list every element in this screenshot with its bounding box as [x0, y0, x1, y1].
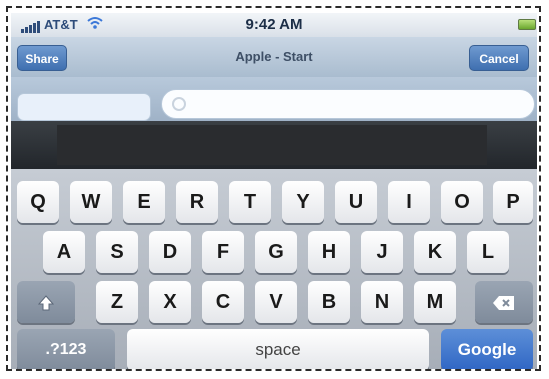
delete-icon — [492, 291, 516, 313]
key-k[interactable]: K — [414, 231, 456, 273]
key-o[interactable]: O — [441, 181, 483, 223]
key-i[interactable]: I — [388, 181, 430, 223]
search-input[interactable] — [161, 89, 535, 119]
key-q[interactable]: Q — [17, 181, 59, 223]
keyboard: Q W E R T Y U I O P A S D F G H J K L Z … — [11, 169, 537, 369]
key-z[interactable]: Z — [96, 281, 138, 323]
key-m[interactable]: M — [414, 281, 456, 323]
key-w[interactable]: W — [70, 181, 112, 223]
navigation-bar: Share Apple - Start Cancel — [11, 37, 537, 77]
key-v[interactable]: V — [255, 281, 297, 323]
key-c[interactable]: C — [202, 281, 244, 323]
address-field[interactable] — [17, 93, 151, 121]
key-j[interactable]: J — [361, 231, 403, 273]
page-title: Apple - Start — [235, 49, 313, 64]
key-n[interactable]: N — [361, 281, 403, 323]
shift-key[interactable] — [17, 281, 75, 323]
page-content-area — [57, 125, 487, 165]
key-y[interactable]: Y — [282, 181, 324, 223]
url-search-bar — [11, 77, 537, 121]
key-l[interactable]: L — [467, 231, 509, 273]
key-t[interactable]: T — [229, 181, 271, 223]
status-bar: AT&T 9:42 AM — [11, 13, 537, 37]
key-d[interactable]: D — [149, 231, 191, 273]
key-b[interactable]: B — [308, 281, 350, 323]
phone-screen: AT&T 9:42 AM Share Apple - Start Cancel … — [11, 13, 537, 369]
key-x[interactable]: X — [149, 281, 191, 323]
numbers-key[interactable]: .?123 — [17, 329, 115, 369]
key-p[interactable]: P — [493, 181, 533, 223]
battery-icon — [518, 19, 536, 30]
key-h[interactable]: H — [308, 231, 350, 273]
key-s[interactable]: S — [96, 231, 138, 273]
google-search-key[interactable]: Google — [441, 329, 533, 369]
key-f[interactable]: F — [202, 231, 244, 273]
page-content — [11, 121, 537, 169]
clock: 9:42 AM — [245, 16, 303, 33]
key-u[interactable]: U — [335, 181, 377, 223]
cancel-button[interactable]: Cancel — [469, 45, 529, 71]
search-icon — [172, 97, 186, 111]
key-g[interactable]: G — [255, 231, 297, 273]
key-r[interactable]: R — [176, 181, 218, 223]
delete-key[interactable] — [475, 281, 533, 323]
space-key[interactable]: space — [127, 329, 429, 369]
key-a[interactable]: A — [43, 231, 85, 273]
shift-icon — [37, 291, 55, 313]
key-e[interactable]: E — [123, 181, 165, 223]
